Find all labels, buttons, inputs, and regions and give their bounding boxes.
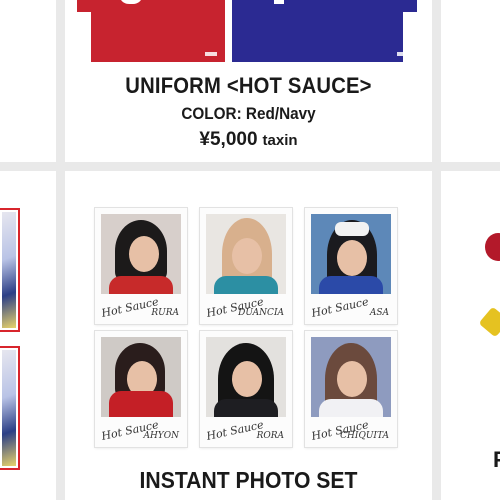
product-price: ¥5,000 taxin <box>65 129 432 151</box>
sticker-image-1 <box>0 208 20 332</box>
signature: Hot Sauce <box>310 295 370 320</box>
member-name: DUANCIA <box>238 308 284 318</box>
product-image-partial-accent <box>478 306 500 338</box>
product-card-partial-right-top[interactable] <box>441 0 500 162</box>
member-name: CHIQUITA <box>340 431 389 441</box>
polaroid-photo: Hot Sauce RURA <box>95 208 187 324</box>
uniform-navy-image <box>232 0 417 62</box>
member-name: RURA <box>151 308 179 318</box>
polaroid-photo: Hot Sauce DUANCIA <box>200 208 292 324</box>
product-title: INSTANT PHOTO SET <box>139 467 358 493</box>
sticker-image-2 <box>0 346 20 470</box>
member-name: RORA <box>256 431 284 441</box>
polaroid-photo: Hot Sauce RORA <box>200 331 292 447</box>
product-card-partial-right[interactable]: P <box>441 171 500 500</box>
product-title: UNIFORM <HOT SAUCE> <box>125 73 372 98</box>
uniform-red-image <box>77 0 225 62</box>
product-title-partial: P <box>493 447 500 473</box>
product-card-partial-left[interactable] <box>0 171 56 500</box>
product-image-partial <box>485 233 500 261</box>
member-name: ASA <box>369 308 389 318</box>
product-card-partial-left-top[interactable] <box>0 0 56 162</box>
member-name: AHYON <box>143 431 179 441</box>
product-color: COLOR: Red/Navy <box>181 104 316 123</box>
tax-label: taxin <box>262 132 298 149</box>
product-card-photo-set[interactable]: Hot Sauce RURA Hot Sauce DUANCIA Hot Sau… <box>65 171 432 500</box>
polaroid-photo: Hot Sauce CHIQUITA <box>305 331 397 447</box>
polaroid-photo: Hot Sauce ASA <box>305 208 397 324</box>
product-card-uniform[interactable]: UNIFORM <HOT SAUCE> COLOR: Red/Navy ¥5,0… <box>65 0 432 162</box>
price-value: ¥5,000 <box>199 129 258 150</box>
polaroid-photo: Hot Sauce AHYON <box>95 331 187 447</box>
